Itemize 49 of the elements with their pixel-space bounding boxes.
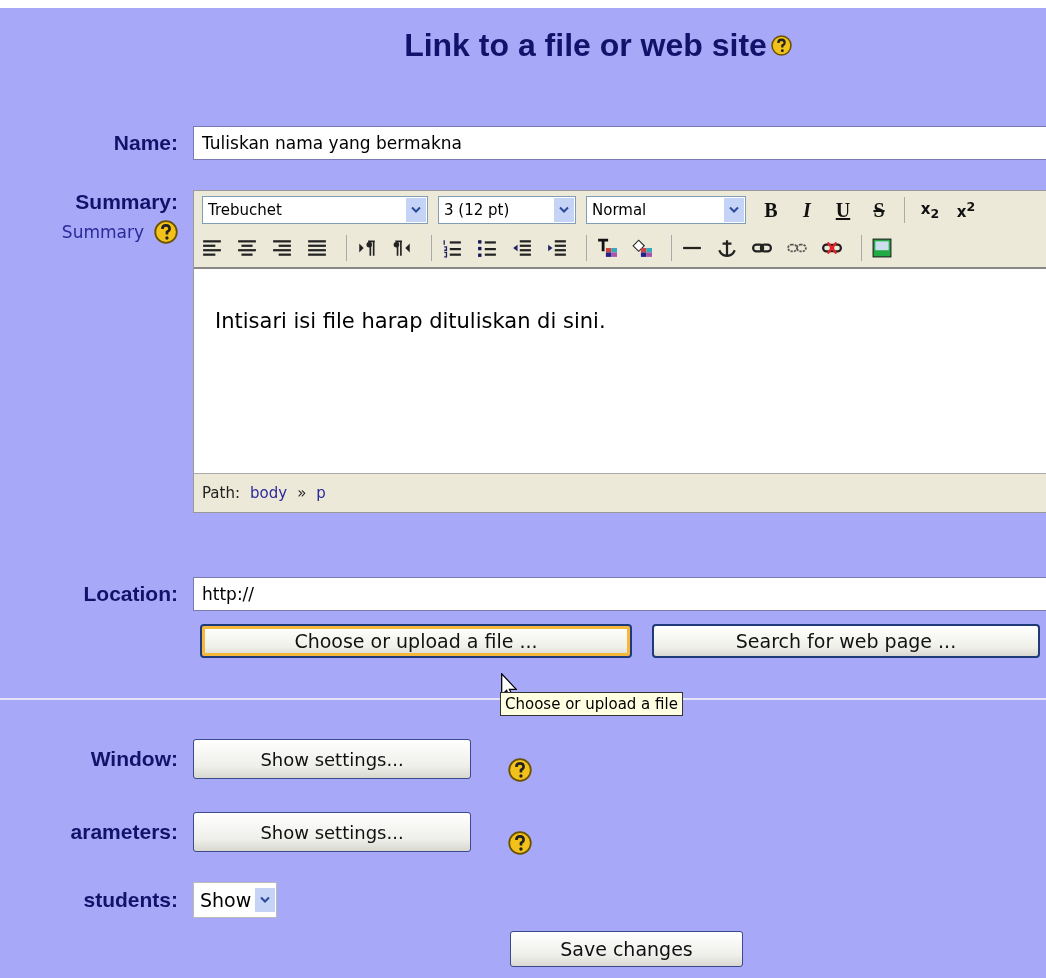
paint-bucket-icon[interactable] (632, 238, 652, 258)
dropdown[interactable]: Show (193, 882, 278, 918)
file-button[interactable]: Choose or upload a file ... (200, 624, 632, 658)
bullet-list-icon[interactable] (477, 238, 497, 258)
format-button[interactable]: B (756, 198, 786, 222)
settings-button[interactable]: Show settings... (193, 812, 471, 852)
justify-icon[interactable] (307, 238, 327, 258)
format-button[interactable]: U (828, 198, 858, 222)
align-left-icon[interactable] (202, 238, 222, 258)
tooltip: Choose or upload a file (500, 692, 683, 716)
location-field[interactable]: http:// (193, 577, 1046, 611)
editor-text: Intisari isi file harap dituliskan di sini. (215, 309, 606, 333)
dropdown[interactable]: 3 (12 pt) (438, 196, 576, 224)
image-icon[interactable] (872, 238, 892, 258)
field-label: arameters: (70, 820, 178, 844)
align-right-icon[interactable] (272, 238, 292, 258)
paragraph-arrow-icon[interactable] (392, 238, 412, 258)
file-button[interactable]: Search for web page ... (652, 624, 1040, 658)
format-button[interactable]: S (864, 198, 894, 222)
help-icon[interactable] (154, 220, 178, 244)
dropdown[interactable]: Normal (586, 196, 746, 224)
format-button[interactable]: x$^{2}$ (951, 199, 981, 221)
numbered-list-icon[interactable] (442, 238, 462, 258)
field-label: Name: (113, 131, 178, 155)
settings-button[interactable]: Show settings... (193, 739, 471, 779)
page-title: Link to a file or web site (404, 27, 767, 64)
path-link[interactable]: p (316, 484, 326, 502)
align-center-icon[interactable] (237, 238, 257, 258)
path-link[interactable]: body (250, 484, 288, 502)
field-label: Location: (83, 582, 178, 606)
field-label: Window: (90, 747, 178, 771)
paragraph-arrow-icon[interactable] (357, 238, 377, 258)
field-label: Summary: (75, 190, 178, 214)
path-separator: » (297, 484, 307, 502)
text-color-icon[interactable] (597, 238, 617, 258)
help-link[interactable]: Summary (61, 222, 144, 242)
help-icon[interactable] (508, 831, 532, 855)
save-button[interactable]: Save changes (510, 931, 743, 967)
outdent-icon[interactable] (512, 238, 532, 258)
dropdown[interactable]: Trebuchet (202, 196, 428, 224)
anchor-icon[interactable] (717, 238, 737, 258)
format-button[interactable]: I (792, 198, 822, 222)
name-field[interactable]: Tuliskan nama yang bermakna (193, 126, 1046, 160)
indent-icon[interactable] (547, 238, 567, 258)
help-icon[interactable] (508, 758, 532, 782)
path-label: Path: (202, 484, 240, 502)
help-icon[interactable] (770, 35, 792, 56)
field-label: students: (83, 888, 178, 912)
format-button[interactable]: x$_{2}$ (915, 199, 945, 221)
